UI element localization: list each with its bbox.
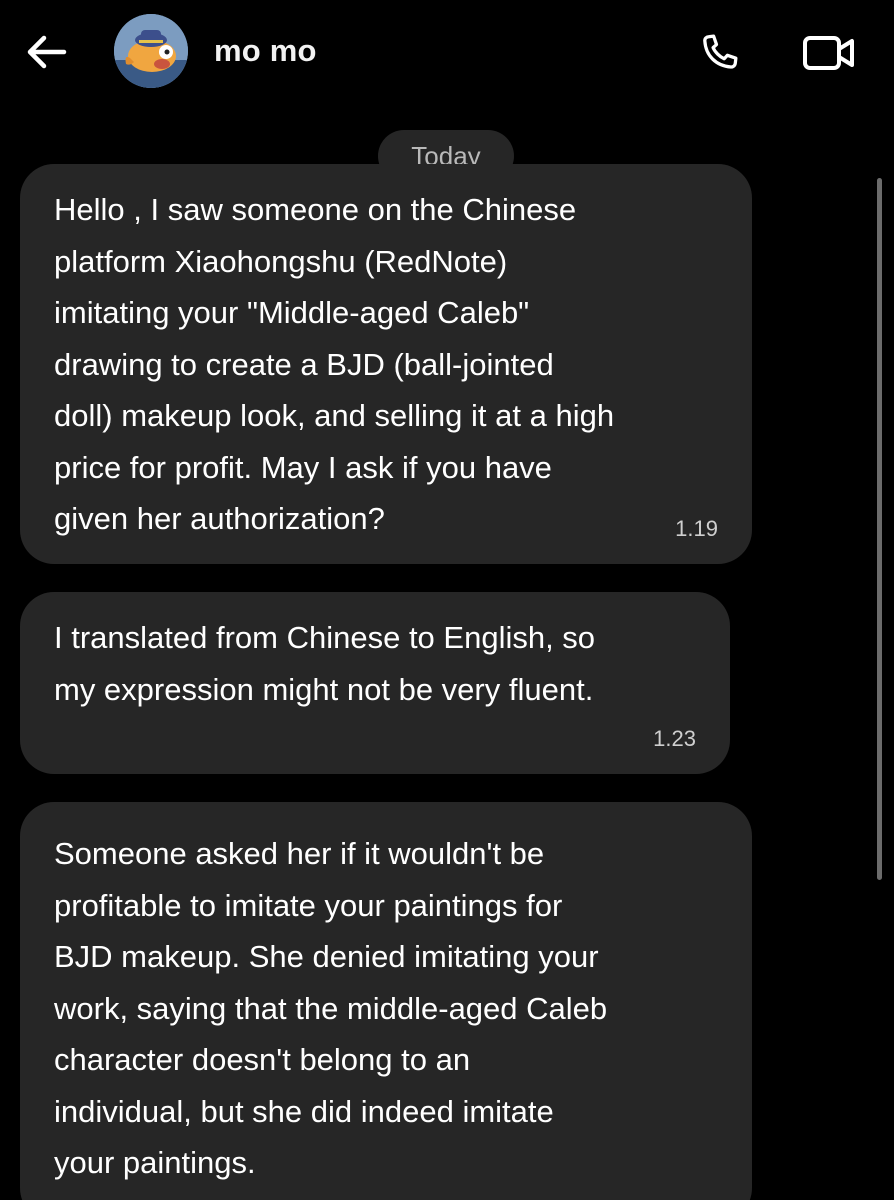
video-call-button[interactable]: [800, 30, 858, 76]
avatar[interactable]: [114, 14, 188, 88]
scrollbar[interactable]: [877, 178, 882, 880]
message-timestamp: 1.19: [675, 516, 718, 541]
message-text: Hello , I saw someone on the Chinese pla…: [54, 192, 615, 536]
video-camera-icon: [803, 36, 854, 70]
contact-name[interactable]: mo mo: [214, 33, 317, 69]
cartoon-fish-avatar-icon: [114, 14, 188, 88]
message-bubble[interactable]: Hello , I saw someone on the Chinese pla…: [20, 164, 752, 564]
back-button[interactable]: [22, 28, 70, 76]
conversation-header: mo mo: [0, 0, 894, 110]
message-bubble[interactable]: Someone asked her if it wouldn't be prof…: [20, 802, 752, 1200]
message-text: Someone asked her if it wouldn't be prof…: [54, 836, 608, 1180]
arrow-left-icon: [27, 35, 67, 69]
voice-call-button[interactable]: [694, 28, 744, 78]
message-text: I translated from Chinese to English, so…: [54, 620, 596, 707]
message-bubble[interactable]: I translated from Chinese to English, so…: [20, 592, 730, 774]
dm-conversation-screen: mo mo Today Hello , I saw someone on the…: [0, 0, 894, 1200]
message-timestamp: 1.23: [653, 726, 696, 751]
phone-icon: [703, 34, 738, 69]
